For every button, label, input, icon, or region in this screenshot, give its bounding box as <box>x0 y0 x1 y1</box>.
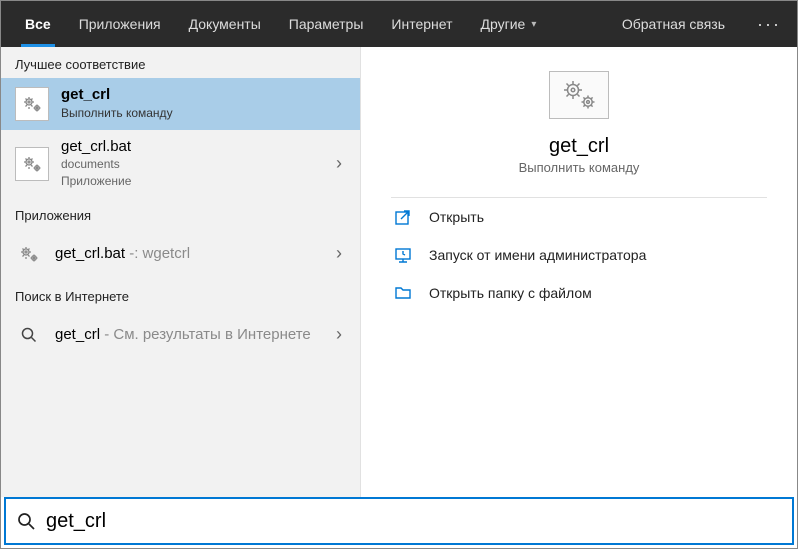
results-list: Лучшее соответствие get_crl Выполнить ко… <box>1 47 361 497</box>
gears-icon <box>15 237 43 271</box>
result-title: get_crl.bat -: wgetcrl <box>55 245 332 264</box>
result-subtitle: Приложение <box>61 173 332 190</box>
search-icon <box>15 318 43 352</box>
result-title: get_crl.bat <box>61 138 332 157</box>
open-icon <box>391 208 415 226</box>
top-tabs-bar: Все Приложения Документы Параметры Интер… <box>1 1 797 47</box>
preview-title: get_crl <box>361 135 797 158</box>
result-getcrl-bat[interactable]: get_crl.bat documents Приложение › <box>1 130 360 198</box>
action-label: Открыть папку с файлом <box>429 285 592 301</box>
tab-parameters[interactable]: Параметры <box>275 1 378 47</box>
folder-icon <box>391 284 415 302</box>
tab-all[interactable]: Все <box>11 1 65 47</box>
search-input[interactable] <box>46 510 782 533</box>
feedback-link[interactable]: Обратная связь <box>606 1 741 47</box>
action-open-folder[interactable]: Открыть папку с файлом <box>361 274 797 312</box>
shield-icon <box>391 246 415 264</box>
action-open[interactable]: Открыть <box>361 198 797 236</box>
tab-other[interactable]: Другие ▾ <box>467 1 551 47</box>
preview-panel: get_crl Выполнить команду Открыть Запуск… <box>361 47 797 497</box>
chevron-right-icon: › <box>332 153 346 174</box>
section-internet: Поиск в Интернете <box>1 279 360 310</box>
result-subtitle: Выполнить команду <box>61 105 346 122</box>
result-getcrl-app[interactable]: get_crl.bat -: wgetcrl › <box>1 229 360 279</box>
more-menu-button[interactable]: ··· <box>741 1 797 47</box>
result-getcrl-command[interactable]: get_crl Выполнить команду <box>1 78 360 130</box>
chevron-down-icon: ▾ <box>531 19 536 30</box>
section-apps: Приложения <box>1 198 360 229</box>
tab-documents[interactable]: Документы <box>175 1 275 47</box>
search-bar[interactable] <box>4 497 794 545</box>
result-internet-search[interactable]: get_crl - См. результаты в Интернете › <box>1 310 360 360</box>
gears-icon <box>15 87 49 121</box>
action-label: Открыть <box>429 209 484 225</box>
result-title: get_crl <box>61 86 346 105</box>
search-icon <box>16 511 36 531</box>
chevron-right-icon: › <box>332 324 346 345</box>
tab-apps[interactable]: Приложения <box>65 1 175 47</box>
section-best-match: Лучшее соответствие <box>1 47 360 78</box>
preview-subtitle: Выполнить команду <box>361 160 797 175</box>
action-run-admin[interactable]: Запуск от имени администратора <box>361 236 797 274</box>
tab-internet[interactable]: Интернет <box>377 1 466 47</box>
chevron-right-icon: › <box>332 243 346 264</box>
gears-icon <box>15 147 49 181</box>
result-title: get_crl - См. результаты в Интернете <box>55 326 332 345</box>
gears-icon <box>549 71 609 119</box>
result-subtitle: documents <box>61 156 332 173</box>
action-label: Запуск от имени администратора <box>429 247 646 263</box>
